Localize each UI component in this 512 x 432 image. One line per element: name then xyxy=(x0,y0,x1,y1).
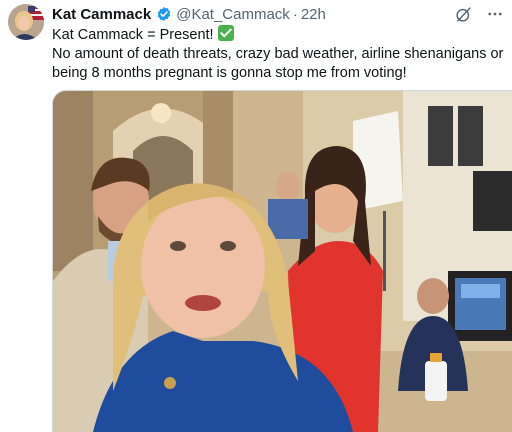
verified-badge-icon xyxy=(156,6,172,22)
more-icon[interactable] xyxy=(486,5,504,23)
tweet-actions-top xyxy=(454,5,504,23)
tweet-line-1: Kat Cammack = Present! xyxy=(52,25,504,45)
separator-dot: · xyxy=(292,5,298,23)
tweet-header: Kat Cammack @Kat_Cammack · 22h xyxy=(52,4,326,24)
avatar[interactable] xyxy=(8,4,44,40)
tweet-photo[interactable] xyxy=(52,90,512,432)
tweet-line-3: being 8 months pregnant is gonna stop me… xyxy=(52,65,407,81)
tweet-line-1-text: Kat Cammack = Present! xyxy=(52,27,214,43)
tweet-line-2: No amount of death threats, crazy bad we… xyxy=(52,46,504,62)
timestamp[interactable]: 22h xyxy=(301,6,326,23)
tweet[interactable]: Kat Cammack @Kat_Cammack · 22h Kat Camma… xyxy=(0,0,512,432)
author-name[interactable]: Kat Cammack xyxy=(52,6,151,23)
check-mark-icon xyxy=(217,25,234,41)
tweet-text: Kat Cammack = Present! No amount of deat… xyxy=(52,25,504,83)
author-handle[interactable]: @Kat_Cammack xyxy=(176,6,290,23)
grok-icon[interactable] xyxy=(454,5,472,23)
